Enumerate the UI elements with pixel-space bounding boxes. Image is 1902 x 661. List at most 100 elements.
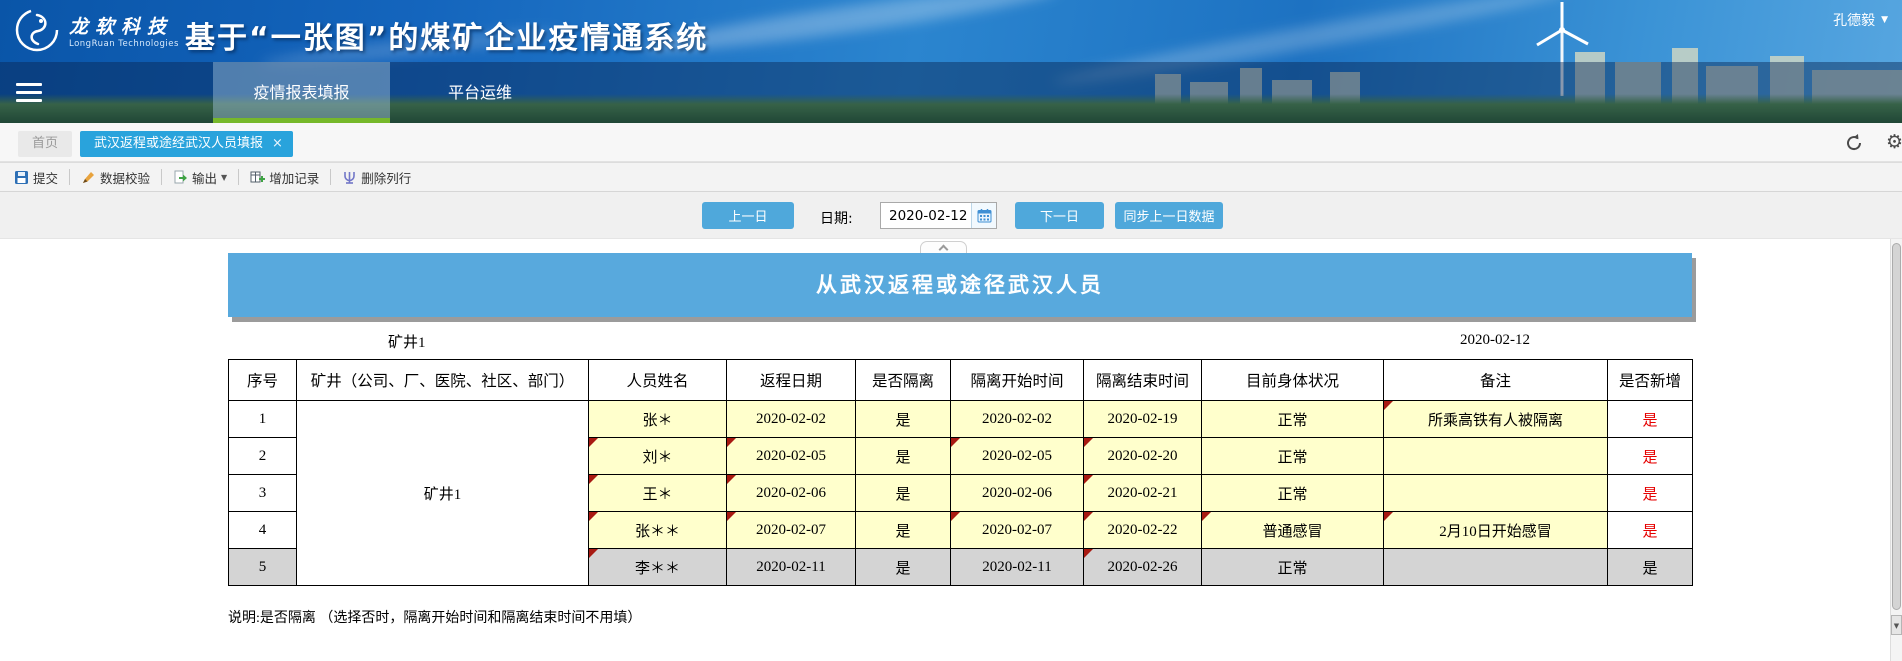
cell-health[interactable]: 正常 (1202, 438, 1384, 475)
cell-return-date[interactable]: 2020-02-11 (727, 549, 856, 586)
refresh-icon[interactable] (1843, 132, 1865, 154)
col-header: 备注 (1384, 360, 1608, 401)
cell-quarantined[interactable]: 是 (856, 401, 951, 438)
cell-note[interactable] (1384, 549, 1608, 586)
cell-quarantined[interactable]: 是 (856, 475, 951, 512)
cell-quarantine-end[interactable]: 2020-02-26 (1084, 549, 1202, 586)
scrollbar-thumb[interactable] (1892, 243, 1901, 610)
cell-quarantined[interactable]: 是 (856, 549, 951, 586)
nav-tab-platform-ops[interactable]: 平台运维 (420, 62, 540, 123)
date-label: 日期: (820, 208, 853, 228)
output-button[interactable]: 输出 ▼ (167, 168, 233, 187)
document-tabbar: 首页 武汉返程或途经武汉人员填报× ⚙ (0, 123, 1902, 162)
main-nav: 疫情报表填报 平台运维 (0, 62, 1902, 123)
table-header-row: 序号 矿井（公司、厂、医院、社区、部门） 人员姓名 返程日期 是否隔离 隔离开始… (229, 360, 1693, 401)
scrollbar-down-arrow[interactable]: ▼ (1891, 615, 1902, 635)
nav-tab-report-filling[interactable]: 疫情报表填报 (213, 62, 390, 123)
cell-quarantine-end[interactable]: 2020-02-20 (1084, 438, 1202, 475)
cell-note[interactable]: 2月10日开始感冒 (1384, 512, 1608, 549)
cell-mine-merged[interactable]: 矿井1 (297, 401, 589, 586)
cell-quarantined[interactable]: 是 (856, 512, 951, 549)
col-header: 是否新增 (1608, 360, 1693, 401)
gear-icon[interactable]: ⚙ (1886, 131, 1902, 153)
cell-name[interactable]: 王＊ (589, 475, 727, 512)
cell-name[interactable]: 李＊＊ (589, 549, 727, 586)
separator (330, 169, 331, 185)
cell-quarantined[interactable]: 是 (856, 438, 951, 475)
cell-health[interactable]: 普通感冒 (1202, 512, 1384, 549)
cell-return-date[interactable]: 2020-02-07 (727, 512, 856, 549)
cell-quarantine-start[interactable]: 2020-02-07 (951, 512, 1084, 549)
cell-is-new[interactable]: 是 (1608, 549, 1693, 586)
cell-health[interactable]: 正常 (1202, 401, 1384, 438)
mine-label: 矿井1 (388, 331, 426, 352)
col-header: 隔离结束时间 (1084, 360, 1202, 401)
cell-is-new[interactable]: 是 (1608, 401, 1693, 438)
cell-note[interactable]: 所乘高铁有人被隔离 (1384, 401, 1608, 438)
tab-home[interactable]: 首页 (18, 131, 72, 157)
submit-button[interactable]: 提交 (8, 168, 64, 187)
save-icon (14, 170, 29, 185)
sync-previous-day-button[interactable]: 同步上一日数据 (1115, 202, 1223, 229)
cell-quarantine-end[interactable]: 2020-02-21 (1084, 475, 1202, 512)
hamburger-menu-icon[interactable] (16, 83, 42, 107)
col-header: 人员姓名 (589, 360, 727, 401)
dropdown-caret-icon: ▼ (221, 173, 227, 182)
logo-text-en: LongRuan Technologies (69, 39, 179, 49)
close-icon[interactable]: × (272, 136, 283, 151)
cell-return-date[interactable]: 2020-02-02 (727, 401, 856, 438)
delete-row-icon (342, 170, 357, 185)
validate-data-button[interactable]: 数据校验 (75, 168, 156, 187)
cell-quarantine-start[interactable]: 2020-02-05 (951, 438, 1084, 475)
cell-no[interactable]: 2 (229, 438, 297, 475)
delete-rows-button[interactable]: 删除列行 (336, 168, 417, 187)
cell-health[interactable]: 正常 (1202, 549, 1384, 586)
cell-quarantine-end[interactable]: 2020-02-22 (1084, 512, 1202, 549)
cell-note[interactable] (1384, 438, 1608, 475)
dragon-logo-icon (14, 7, 60, 53)
logo-text-cn: 龙软科技 (69, 12, 179, 39)
cell-is-new[interactable]: 是 (1608, 475, 1693, 512)
date-input[interactable] (881, 203, 971, 228)
cell-quarantine-start[interactable]: 2020-02-02 (951, 401, 1084, 438)
col-header: 序号 (229, 360, 297, 401)
user-name: 孔德毅 (1833, 10, 1875, 30)
cell-quarantine-start[interactable]: 2020-02-06 (951, 475, 1084, 512)
cell-note[interactable] (1384, 475, 1608, 512)
cell-no[interactable]: 5 (229, 549, 297, 586)
col-header: 返程日期 (727, 360, 856, 401)
page-title: 基于“一张图”的煤矿企业疫情通系统 (185, 13, 708, 57)
col-header: 矿井（公司、厂、医院、社区、部门） (297, 360, 589, 401)
sheet-area: 从武汉返程或途径武汉人员 矿井1 2020-02-12 序号 矿井（公司、厂、医… (0, 239, 1902, 661)
cell-no[interactable]: 4 (229, 512, 297, 549)
cell-no[interactable]: 3 (229, 475, 297, 512)
cell-quarantine-end[interactable]: 2020-02-19 (1084, 401, 1202, 438)
cell-quarantine-start[interactable]: 2020-02-11 (951, 549, 1084, 586)
col-header: 目前身体状况 (1202, 360, 1384, 401)
cell-is-new[interactable]: 是 (1608, 438, 1693, 475)
cell-return-date[interactable]: 2020-02-06 (727, 475, 856, 512)
cell-name[interactable]: 刘＊ (589, 438, 727, 475)
cell-name[interactable]: 张＊＊ (589, 512, 727, 549)
next-day-button[interactable]: 下一日 (1015, 202, 1104, 229)
tab-wuhan-return-report[interactable]: 武汉返程或途经武汉人员填报× (80, 131, 293, 157)
cell-name[interactable]: 张＊ (589, 401, 727, 438)
cell-no[interactable]: 1 (229, 401, 297, 438)
vertical-scrollbar[interactable]: ▼ (1890, 239, 1902, 661)
toolbar: 提交 数据校验 输出 ▼ 增加记录 删除列行 (0, 162, 1902, 192)
add-record-button[interactable]: 增加记录 (244, 168, 325, 187)
col-header: 隔离开始时间 (951, 360, 1084, 401)
date-field-wrap (880, 202, 997, 229)
cell-is-new[interactable]: 是 (1608, 512, 1693, 549)
toolbar-label: 删除列行 (361, 168, 411, 187)
separator (69, 169, 70, 185)
toolbar-label: 提交 (33, 168, 58, 187)
calendar-button[interactable] (971, 203, 996, 228)
user-caret-icon: ▼ (1881, 15, 1888, 25)
user-menu[interactable]: 孔德毅 ▼ (1833, 10, 1888, 30)
cell-health[interactable]: 正常 (1202, 475, 1384, 512)
previous-day-button[interactable]: 上一日 (702, 202, 794, 229)
collapse-panel-tab[interactable] (920, 241, 967, 253)
cell-return-date[interactable]: 2020-02-05 (727, 438, 856, 475)
add-record-icon (250, 170, 265, 185)
